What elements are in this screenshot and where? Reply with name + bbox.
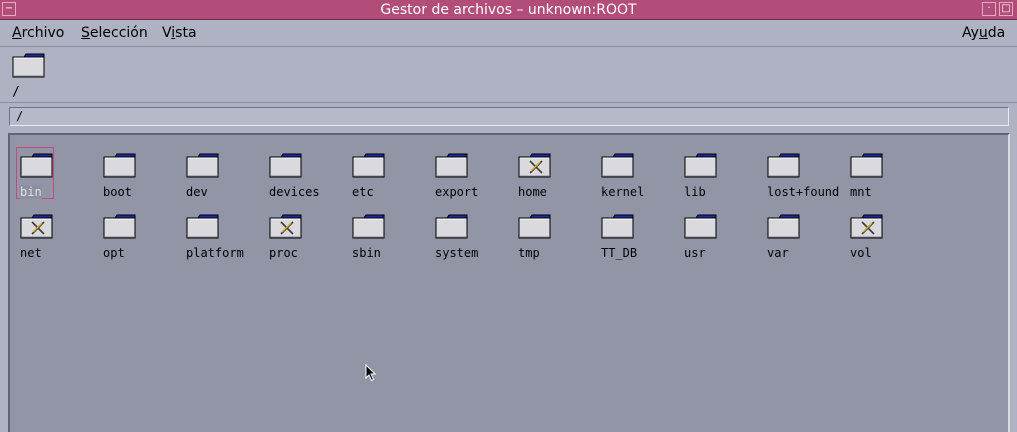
- folder-item[interactable]: mnt: [848, 153, 928, 203]
- folder-label[interactable]: vol: [850, 246, 872, 260]
- minimize-button[interactable]: ·: [982, 2, 996, 16]
- mouse-cursor-icon: [365, 363, 377, 386]
- folder-item[interactable]: etc: [350, 153, 430, 203]
- folder-icon[interactable]: [767, 214, 801, 244]
- folder-label[interactable]: home: [518, 185, 547, 199]
- folder-icon[interactable]: [767, 153, 801, 183]
- folder-icon[interactable]: [435, 214, 469, 244]
- folder-icon[interactable]: [20, 153, 54, 183]
- folder-item[interactable]: lost+found: [765, 153, 845, 203]
- menu-bar: Archivo Selección Vista Ayuda: [0, 20, 1017, 47]
- folder-label[interactable]: boot: [103, 185, 132, 199]
- maximize-button[interactable]: □: [999, 2, 1013, 16]
- folder-item[interactable]: opt: [101, 214, 181, 264]
- menu-vista[interactable]: Vista: [162, 25, 197, 41]
- folder-label[interactable]: opt: [103, 246, 125, 260]
- folder-icon[interactable]: [269, 153, 303, 183]
- folder-icon[interactable]: [601, 214, 635, 244]
- path-bar: /: [0, 103, 1017, 130]
- folder-label[interactable]: platform: [186, 246, 244, 260]
- folder-item[interactable]: export: [433, 153, 513, 203]
- locked-folder-icon[interactable]: [269, 214, 303, 244]
- folder-item[interactable]: net: [18, 214, 98, 264]
- menu-archivo-label: rchivo: [21, 25, 65, 41]
- folder-item[interactable]: boot: [101, 153, 181, 203]
- path-input[interactable]: /: [9, 107, 1009, 126]
- folder-icon[interactable]: [352, 153, 386, 183]
- folder-label[interactable]: bin: [20, 185, 42, 199]
- folder-item[interactable]: kernel: [599, 153, 679, 203]
- menu-seleccion-mnemonic: S: [81, 25, 90, 41]
- folder-label[interactable]: dev: [186, 185, 208, 199]
- folder-item[interactable]: devices: [267, 153, 347, 203]
- menu-archivo-mnemonic: A: [12, 25, 22, 41]
- folder-icon[interactable]: [103, 153, 137, 183]
- folder-label[interactable]: lost+found: [767, 185, 839, 199]
- folder-label[interactable]: TT_DB: [601, 246, 637, 260]
- folder-item[interactable]: usr: [682, 214, 762, 264]
- folder-item[interactable]: bin: [16, 147, 98, 203]
- folder-item[interactable]: lib: [682, 153, 762, 203]
- folder-label[interactable]: kernel: [601, 185, 644, 199]
- folder-label[interactable]: usr: [684, 246, 706, 260]
- folder-icon[interactable]: [601, 153, 635, 183]
- locked-folder-icon[interactable]: [20, 214, 54, 244]
- folder-icon[interactable]: [518, 214, 552, 244]
- folder-label[interactable]: lib: [684, 185, 706, 199]
- folder-item[interactable]: dev: [184, 153, 264, 203]
- window-title: Gestor de archivos – unknown:ROOT: [380, 2, 637, 18]
- locked-folder-icon[interactable]: [518, 153, 552, 183]
- menu-ayuda-mnemonic: u: [978, 25, 988, 41]
- menu-archivo[interactable]: Archivo: [12, 25, 64, 41]
- folder-label[interactable]: etc: [352, 185, 374, 199]
- folder-item[interactable]: proc: [267, 214, 347, 264]
- folder-icon[interactable]: [352, 214, 386, 244]
- folder-view[interactable]: bin boot dev devices etc export home ker…: [8, 133, 1010, 432]
- folder-icon[interactable]: [186, 153, 220, 183]
- folder-label[interactable]: net: [20, 246, 42, 260]
- current-folder-label: /: [12, 85, 20, 100]
- folder-label[interactable]: system: [435, 246, 478, 260]
- menu-vista-label-pre: V: [162, 25, 172, 41]
- folder-label[interactable]: var: [767, 246, 789, 260]
- folder-item[interactable]: tmp: [516, 214, 596, 264]
- current-folder-area: /: [0, 47, 1017, 103]
- folder-icon[interactable]: [684, 214, 718, 244]
- menu-vista-label: sta: [175, 25, 197, 41]
- folder-label[interactable]: tmp: [518, 246, 540, 260]
- folder-icon[interactable]: [186, 214, 220, 244]
- folder-item[interactable]: platform: [184, 214, 264, 264]
- folder-item[interactable]: vol: [848, 214, 928, 264]
- folder-label[interactable]: proc: [269, 246, 298, 260]
- menu-ayuda-label-pre: Ay: [962, 25, 979, 41]
- folder-item[interactable]: TT_DB: [599, 214, 679, 264]
- menu-seleccion-label: elección: [89, 25, 148, 41]
- folder-icon[interactable]: [684, 153, 718, 183]
- folder-item[interactable]: sbin: [350, 214, 430, 264]
- folder-icon[interactable]: [850, 153, 884, 183]
- menu-seleccion[interactable]: Selección: [81, 25, 148, 41]
- folder-label[interactable]: mnt: [850, 185, 872, 199]
- folder-icon[interactable]: [435, 153, 469, 183]
- folder-icon[interactable]: [103, 214, 137, 244]
- locked-folder-icon[interactable]: [850, 214, 884, 244]
- folder-label[interactable]: devices: [269, 185, 320, 199]
- folder-label[interactable]: export: [435, 185, 478, 199]
- menu-ayuda[interactable]: Ayuda: [962, 25, 1005, 41]
- folder-item[interactable]: system: [433, 214, 513, 264]
- folder-item[interactable]: var: [765, 214, 845, 264]
- title-bar[interactable]: − Gestor de archivos – unknown:ROOT · □: [0, 0, 1017, 20]
- folder-label[interactable]: sbin: [352, 246, 381, 260]
- current-folder-icon[interactable]: [12, 53, 46, 83]
- menu-ayuda-label: da: [987, 25, 1006, 41]
- folder-item[interactable]: home: [516, 153, 596, 203]
